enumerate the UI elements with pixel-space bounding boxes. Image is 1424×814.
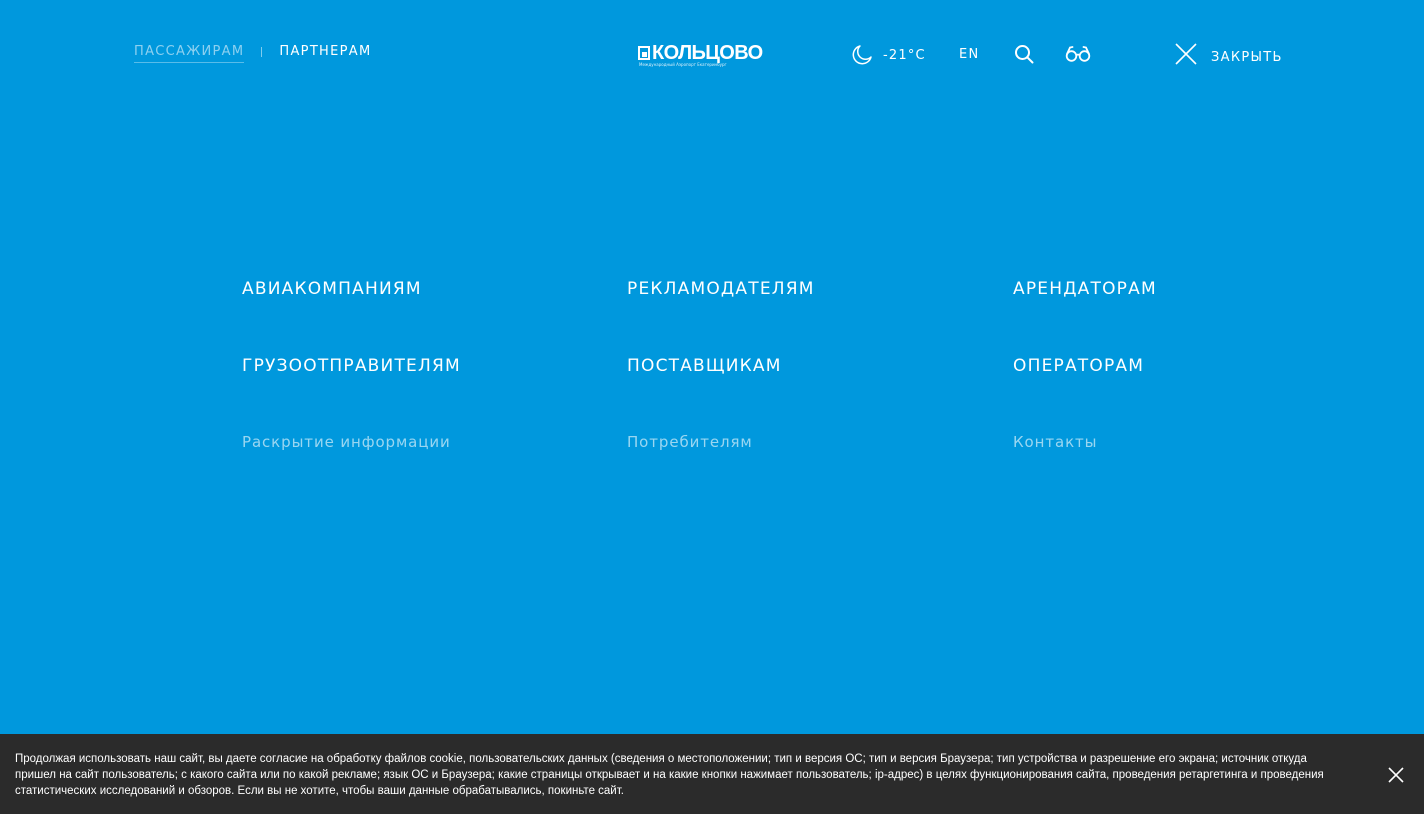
menu-item-tenants[interactable]: Арендаторам bbox=[1013, 279, 1157, 299]
menu-item-suppliers[interactable]: Поставщикам bbox=[627, 356, 782, 376]
glasses-icon bbox=[1065, 45, 1091, 63]
menu-link-disclosure[interactable]: Раскрытие информации bbox=[242, 433, 451, 451]
logo-subtitle: Международный Аэропорт Екатеринбург bbox=[639, 62, 727, 67]
search-button[interactable] bbox=[1014, 44, 1034, 64]
accessibility-button[interactable] bbox=[1065, 45, 1091, 63]
weather-widget[interactable]: -21°C bbox=[851, 44, 926, 66]
close-menu-button[interactable]: Закрыть bbox=[1174, 42, 1283, 70]
tab-divider bbox=[261, 46, 263, 57]
close-menu-label: Закрыть bbox=[1211, 49, 1283, 65]
menu-link-consumers[interactable]: Потребителям bbox=[627, 433, 753, 451]
menu-item-airlines[interactable]: Авиакомпаниям bbox=[242, 279, 422, 299]
koltsovo-logo[interactable]: КОЛЬЦОВО Международный Аэропорт Екатерин… bbox=[638, 42, 770, 69]
search-icon bbox=[1014, 44, 1034, 64]
menu-item-shippers[interactable]: Грузоотправителям bbox=[242, 356, 461, 376]
menu-item-operators[interactable]: Операторам bbox=[1013, 356, 1144, 376]
weather-temperature: -21°C bbox=[883, 47, 926, 63]
cookie-notice: Продолжая использовать наш сайт, вы дает… bbox=[0, 734, 1424, 814]
close-icon bbox=[1174, 42, 1198, 70]
header: Пассажирам Партнерам КОЛЬЦОВО Международ… bbox=[0, 0, 1424, 100]
menu-link-contacts[interactable]: Контакты bbox=[1013, 433, 1097, 451]
menu-item-advertisers[interactable]: Рекламодателям bbox=[627, 279, 815, 299]
moon-icon bbox=[851, 44, 873, 66]
audience-switch: Пассажирам Партнерам bbox=[134, 44, 372, 63]
cookie-close-button[interactable] bbox=[1388, 767, 1404, 783]
tab-passengers[interactable]: Пассажирам bbox=[134, 44, 245, 63]
cookie-notice-text: Продолжая использовать наш сайт, вы дает… bbox=[15, 753, 1324, 797]
close-icon bbox=[1388, 767, 1404, 783]
logo-text: КОЛЬЦОВО bbox=[652, 42, 763, 64]
language-switch[interactable]: EN bbox=[959, 47, 980, 62]
logo-mark bbox=[638, 46, 650, 60]
tab-partners[interactable]: Партнерам bbox=[279, 44, 371, 63]
